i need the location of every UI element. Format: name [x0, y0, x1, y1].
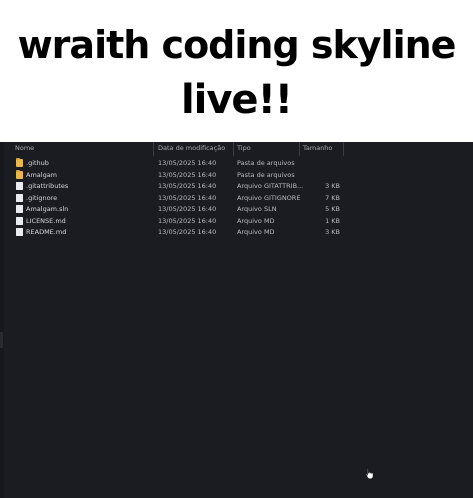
file-date: 13/05/2025 16:40 — [158, 216, 217, 225]
file-size: 5 KB — [325, 205, 340, 213]
file-size: 3 KB — [325, 182, 340, 190]
file-type: Arquivo MD — [237, 216, 275, 225]
file-name: Amalgam — [26, 170, 58, 179]
file-type: Pasta de arquivos — [237, 170, 295, 179]
column-header-size[interactable]: Tamanho — [303, 144, 332, 152]
file-row[interactable]: .github 13/05/2025 16:40 Pasta de arquiv… — [12, 158, 352, 169]
file-size: 3 KB — [325, 228, 340, 236]
file-date: 13/05/2025 16:40 — [158, 159, 217, 167]
column-divider[interactable] — [153, 142, 154, 156]
column-divider[interactable] — [299, 142, 300, 156]
file-date: 13/05/2025 16:40 — [158, 182, 217, 190]
file-date: 13/05/2025 16:40 — [158, 228, 217, 236]
file-name: .gitignore — [26, 193, 58, 202]
meme-caption: wraith coding skyline live!! — [0, 0, 473, 142]
column-header-name[interactable]: Nome — [15, 144, 34, 152]
mouse-cursor-icon — [365, 467, 374, 480]
file-name: .github — [26, 159, 49, 167]
file-name: .gitattributes — [26, 182, 69, 190]
caption-line-2: live!! — [180, 77, 293, 123]
file-type: Arquivo GITATTRIB... — [237, 182, 304, 190]
caption-line-1: wraith coding skyline — [17, 23, 457, 67]
file-name: LICENSE.md — [26, 216, 66, 225]
file-explorer-pane: Nome Data de modificação Tipo Tamanho .g… — [0, 142, 473, 498]
column-divider[interactable] — [233, 142, 234, 156]
file-type: Arquivo SLN — [237, 205, 277, 213]
column-divider[interactable] — [343, 142, 344, 156]
file-row[interactable]: LICENSE.md 13/05/2025 16:40 Arquivo MD 1… — [12, 216, 352, 227]
file-size: 1 KB — [325, 216, 340, 225]
file-type: Arquivo MD — [237, 228, 275, 236]
file-size: 7 KB — [325, 193, 340, 202]
file-type: Pasta de arquivos — [237, 159, 295, 167]
file-row[interactable]: .gitignore 13/05/2025 16:40 Arquivo GITI… — [12, 193, 352, 204]
file-type: Arquivo GITIGNORE — [237, 193, 301, 202]
file-icon — [16, 216, 23, 225]
file-date: 13/05/2025 16:40 — [158, 170, 217, 179]
folder-icon — [16, 169, 23, 179]
file-row[interactable]: .gitattributes 13/05/2025 16:40 Arquivo … — [12, 181, 352, 192]
file-date: 13/05/2025 16:40 — [158, 193, 217, 202]
navigation-pane-edge — [0, 142, 4, 498]
column-header-row: Nome Data de modificação Tipo Tamanho — [0, 142, 473, 156]
file-icon — [16, 205, 23, 213]
file-icon — [16, 228, 23, 236]
folder-icon — [16, 158, 23, 167]
file-row[interactable]: README.md 13/05/2025 16:40 Arquivo MD 3 … — [12, 227, 352, 238]
file-row[interactable]: Amalgam.sln 13/05/2025 16:40 Arquivo SLN… — [12, 204, 352, 215]
scrollbar-thumb[interactable] — [0, 332, 3, 348]
column-header-date[interactable]: Data de modificação — [158, 144, 225, 152]
file-row[interactable]: Amalgam 13/05/2025 16:40 Pasta de arquiv… — [12, 169, 352, 181]
file-name: README.md — [26, 228, 67, 236]
file-date: 13/05/2025 16:40 — [158, 205, 217, 213]
file-icon — [16, 182, 23, 190]
file-icon — [16, 193, 23, 202]
file-name: Amalgam.sln — [26, 205, 69, 213]
column-header-type[interactable]: Tipo — [237, 144, 251, 152]
